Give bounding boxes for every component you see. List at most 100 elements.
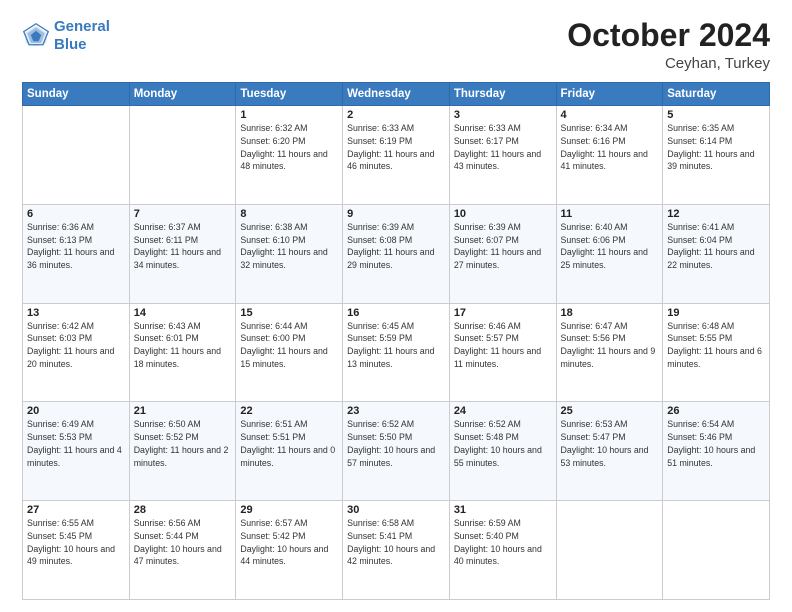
- calendar-cell: 12Sunrise: 6:41 AM Sunset: 6:04 PM Dayli…: [663, 204, 770, 303]
- day-info: Sunrise: 6:34 AM Sunset: 6:16 PM Dayligh…: [561, 122, 659, 173]
- weekday-header-monday: Monday: [129, 83, 236, 106]
- day-number: 12: [667, 208, 765, 220]
- day-info: Sunrise: 6:37 AM Sunset: 6:11 PM Dayligh…: [134, 221, 232, 272]
- day-info: Sunrise: 6:36 AM Sunset: 6:13 PM Dayligh…: [27, 221, 125, 272]
- calendar-cell: 23Sunrise: 6:52 AM Sunset: 5:50 PM Dayli…: [343, 402, 450, 501]
- calendar-cell: [556, 501, 663, 600]
- day-info: Sunrise: 6:51 AM Sunset: 5:51 PM Dayligh…: [240, 418, 338, 469]
- day-number: 15: [240, 307, 338, 319]
- day-number: 13: [27, 307, 125, 319]
- calendar-cell: 20Sunrise: 6:49 AM Sunset: 5:53 PM Dayli…: [23, 402, 130, 501]
- calendar-cell: 16Sunrise: 6:45 AM Sunset: 5:59 PM Dayli…: [343, 303, 450, 402]
- day-number: 5: [667, 109, 765, 121]
- day-number: 26: [667, 405, 765, 417]
- day-number: 24: [454, 405, 552, 417]
- weekday-header-friday: Friday: [556, 83, 663, 106]
- location-title: Ceyhan, Turkey: [567, 55, 770, 72]
- weekday-header-tuesday: Tuesday: [236, 83, 343, 106]
- calendar-cell: 22Sunrise: 6:51 AM Sunset: 5:51 PM Dayli…: [236, 402, 343, 501]
- calendar-cell: [663, 501, 770, 600]
- calendar-cell: 18Sunrise: 6:47 AM Sunset: 5:56 PM Dayli…: [556, 303, 663, 402]
- calendar-cell: 25Sunrise: 6:53 AM Sunset: 5:47 PM Dayli…: [556, 402, 663, 501]
- day-number: 29: [240, 504, 338, 516]
- day-info: Sunrise: 6:35 AM Sunset: 6:14 PM Dayligh…: [667, 122, 765, 173]
- title-block: October 2024 Ceyhan, Turkey: [567, 18, 770, 72]
- day-info: Sunrise: 6:42 AM Sunset: 6:03 PM Dayligh…: [27, 320, 125, 371]
- calendar-cell: 14Sunrise: 6:43 AM Sunset: 6:01 PM Dayli…: [129, 303, 236, 402]
- day-number: 14: [134, 307, 232, 319]
- calendar-week-5: 27Sunrise: 6:55 AM Sunset: 5:45 PM Dayli…: [23, 501, 770, 600]
- page: General Blue October 2024 Ceyhan, Turkey…: [0, 0, 792, 612]
- day-info: Sunrise: 6:43 AM Sunset: 6:01 PM Dayligh…: [134, 320, 232, 371]
- day-number: 22: [240, 405, 338, 417]
- calendar-cell: 26Sunrise: 6:54 AM Sunset: 5:46 PM Dayli…: [663, 402, 770, 501]
- day-info: Sunrise: 6:53 AM Sunset: 5:47 PM Dayligh…: [561, 418, 659, 469]
- calendar-cell: 3Sunrise: 6:33 AM Sunset: 6:17 PM Daylig…: [449, 106, 556, 205]
- day-info: Sunrise: 6:33 AM Sunset: 6:17 PM Dayligh…: [454, 122, 552, 173]
- weekday-header-sunday: Sunday: [23, 83, 130, 106]
- day-info: Sunrise: 6:41 AM Sunset: 6:04 PM Dayligh…: [667, 221, 765, 272]
- calendar-cell: 29Sunrise: 6:57 AM Sunset: 5:42 PM Dayli…: [236, 501, 343, 600]
- month-title: October 2024: [567, 18, 770, 53]
- day-number: 8: [240, 208, 338, 220]
- day-number: 25: [561, 405, 659, 417]
- calendar-cell: 9Sunrise: 6:39 AM Sunset: 6:08 PM Daylig…: [343, 204, 450, 303]
- day-number: 27: [27, 504, 125, 516]
- day-number: 11: [561, 208, 659, 220]
- day-number: 28: [134, 504, 232, 516]
- logo-line1: General: [54, 18, 110, 35]
- calendar-cell: 28Sunrise: 6:56 AM Sunset: 5:44 PM Dayli…: [129, 501, 236, 600]
- calendar-cell: [23, 106, 130, 205]
- weekday-header-thursday: Thursday: [449, 83, 556, 106]
- calendar-week-3: 13Sunrise: 6:42 AM Sunset: 6:03 PM Dayli…: [23, 303, 770, 402]
- calendar-cell: 27Sunrise: 6:55 AM Sunset: 5:45 PM Dayli…: [23, 501, 130, 600]
- logo-icon: [22, 22, 50, 50]
- day-info: Sunrise: 6:39 AM Sunset: 6:08 PM Dayligh…: [347, 221, 445, 272]
- weekday-header-wednesday: Wednesday: [343, 83, 450, 106]
- day-info: Sunrise: 6:56 AM Sunset: 5:44 PM Dayligh…: [134, 517, 232, 568]
- day-info: Sunrise: 6:57 AM Sunset: 5:42 PM Dayligh…: [240, 517, 338, 568]
- logo-line2: Blue: [54, 36, 87, 53]
- day-number: 30: [347, 504, 445, 516]
- weekday-header-saturday: Saturday: [663, 83, 770, 106]
- day-info: Sunrise: 6:54 AM Sunset: 5:46 PM Dayligh…: [667, 418, 765, 469]
- logo-text: General Blue: [54, 18, 110, 54]
- calendar-cell: 1Sunrise: 6:32 AM Sunset: 6:20 PM Daylig…: [236, 106, 343, 205]
- calendar-cell: 21Sunrise: 6:50 AM Sunset: 5:52 PM Dayli…: [129, 402, 236, 501]
- day-number: 9: [347, 208, 445, 220]
- day-info: Sunrise: 6:45 AM Sunset: 5:59 PM Dayligh…: [347, 320, 445, 371]
- header: General Blue October 2024 Ceyhan, Turkey: [22, 18, 770, 72]
- day-number: 21: [134, 405, 232, 417]
- day-info: Sunrise: 6:46 AM Sunset: 5:57 PM Dayligh…: [454, 320, 552, 371]
- calendar-cell: 11Sunrise: 6:40 AM Sunset: 6:06 PM Dayli…: [556, 204, 663, 303]
- calendar-cell: 15Sunrise: 6:44 AM Sunset: 6:00 PM Dayli…: [236, 303, 343, 402]
- day-info: Sunrise: 6:32 AM Sunset: 6:20 PM Dayligh…: [240, 122, 338, 173]
- logo: General Blue: [22, 18, 110, 54]
- day-number: 3: [454, 109, 552, 121]
- day-info: Sunrise: 6:38 AM Sunset: 6:10 PM Dayligh…: [240, 221, 338, 272]
- day-info: Sunrise: 6:39 AM Sunset: 6:07 PM Dayligh…: [454, 221, 552, 272]
- day-info: Sunrise: 6:52 AM Sunset: 5:48 PM Dayligh…: [454, 418, 552, 469]
- calendar-cell: 13Sunrise: 6:42 AM Sunset: 6:03 PM Dayli…: [23, 303, 130, 402]
- day-number: 19: [667, 307, 765, 319]
- day-number: 1: [240, 109, 338, 121]
- day-info: Sunrise: 6:52 AM Sunset: 5:50 PM Dayligh…: [347, 418, 445, 469]
- day-info: Sunrise: 6:44 AM Sunset: 6:00 PM Dayligh…: [240, 320, 338, 371]
- calendar-week-4: 20Sunrise: 6:49 AM Sunset: 5:53 PM Dayli…: [23, 402, 770, 501]
- day-info: Sunrise: 6:50 AM Sunset: 5:52 PM Dayligh…: [134, 418, 232, 469]
- calendar-cell: 30Sunrise: 6:58 AM Sunset: 5:41 PM Dayli…: [343, 501, 450, 600]
- day-number: 17: [454, 307, 552, 319]
- calendar-cell: [129, 106, 236, 205]
- calendar-cell: 2Sunrise: 6:33 AM Sunset: 6:19 PM Daylig…: [343, 106, 450, 205]
- day-number: 20: [27, 405, 125, 417]
- day-info: Sunrise: 6:59 AM Sunset: 5:40 PM Dayligh…: [454, 517, 552, 568]
- day-info: Sunrise: 6:58 AM Sunset: 5:41 PM Dayligh…: [347, 517, 445, 568]
- calendar-table: SundayMondayTuesdayWednesdayThursdayFrid…: [22, 82, 770, 600]
- day-info: Sunrise: 6:48 AM Sunset: 5:55 PM Dayligh…: [667, 320, 765, 371]
- day-number: 18: [561, 307, 659, 319]
- calendar-cell: 19Sunrise: 6:48 AM Sunset: 5:55 PM Dayli…: [663, 303, 770, 402]
- calendar-week-2: 6Sunrise: 6:36 AM Sunset: 6:13 PM Daylig…: [23, 204, 770, 303]
- day-number: 7: [134, 208, 232, 220]
- calendar-cell: 24Sunrise: 6:52 AM Sunset: 5:48 PM Dayli…: [449, 402, 556, 501]
- calendar-cell: 10Sunrise: 6:39 AM Sunset: 6:07 PM Dayli…: [449, 204, 556, 303]
